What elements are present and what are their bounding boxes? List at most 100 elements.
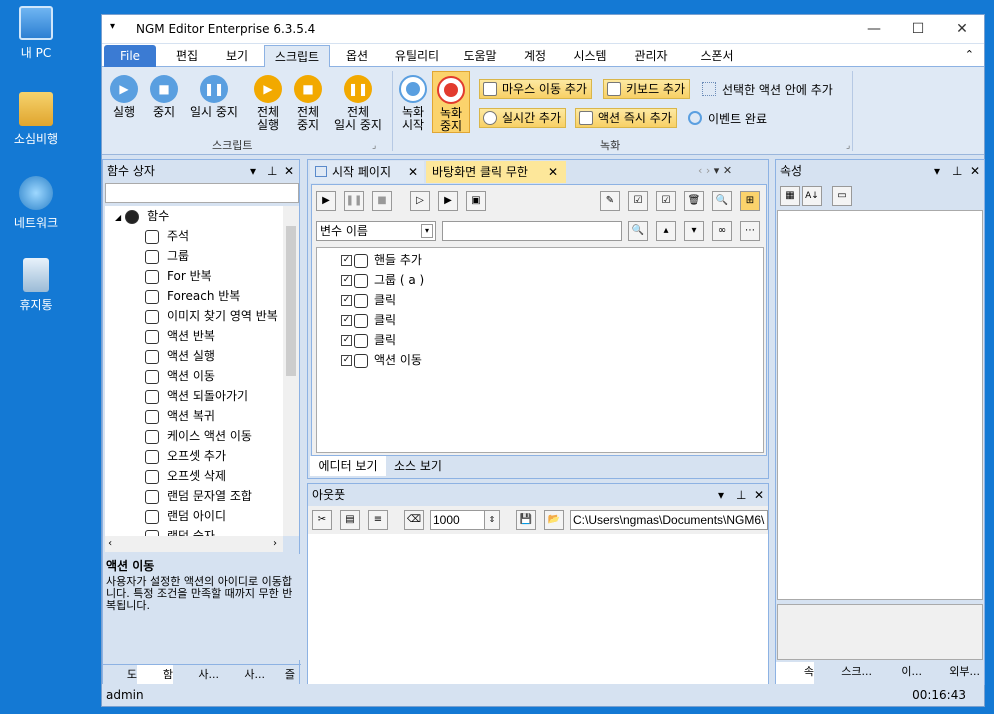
- function-item[interactable]: 랜덤 숫자: [145, 526, 215, 536]
- close-icon[interactable]: ✕: [970, 160, 980, 182]
- function-search-input[interactable]: [105, 183, 299, 203]
- sort-az-icon[interactable]: A↓: [802, 186, 822, 206]
- menu-admin[interactable]: 관리자: [622, 45, 680, 67]
- menu-options[interactable]: 옵션: [334, 45, 380, 67]
- ribbon-collapse-icon[interactable]: ⌃: [965, 48, 974, 61]
- tab-toolbox[interactable]: 도: [103, 665, 137, 686]
- function-item[interactable]: 액션 되돌아가기: [145, 386, 248, 406]
- stop-button-small[interactable]: ■: [372, 191, 392, 211]
- function-item[interactable]: 랜덤 아이디: [145, 506, 226, 526]
- action-checkbox[interactable]: ✓: [341, 255, 352, 266]
- dialog-launcher-icon[interactable]: ⌟: [372, 141, 376, 151]
- menu-sponsor[interactable]: 스폰서: [688, 45, 746, 67]
- script-action-row[interactable]: ✓ 그룹 ( a ): [341, 270, 424, 290]
- edit-icon[interactable]: ✎: [600, 191, 620, 211]
- menu-account[interactable]: 계정: [512, 45, 558, 67]
- tree-hscrollbar[interactable]: ‹ ›: [105, 536, 283, 552]
- variable-combo[interactable]: 변수 이름 ▾: [316, 221, 436, 241]
- add-in-selected-button[interactable]: 선택한 액션 안에 추가: [702, 81, 833, 98]
- dropdown-icon[interactable]: ▾: [718, 484, 724, 506]
- menu-file[interactable]: File: [104, 45, 156, 67]
- dialog-launcher-icon[interactable]: ⌟: [846, 141, 850, 151]
- quick-access-icon[interactable]: ▾: [110, 21, 115, 32]
- check-all-icon[interactable]: ☑: [628, 191, 648, 211]
- action-checkbox[interactable]: ✓: [341, 295, 352, 306]
- pause-button-small[interactable]: ❚❚: [344, 191, 364, 211]
- tree-root[interactable]: ◢ 함수: [115, 206, 169, 226]
- tab-close-icon[interactable]: ✕: [408, 161, 418, 183]
- copy-icon[interactable]: ▤: [340, 510, 360, 530]
- function-item[interactable]: 오프셋 추가: [145, 446, 226, 466]
- record-start-button[interactable]: 녹화 시작: [396, 75, 430, 132]
- menu-utility[interactable]: 유틸리티: [386, 45, 448, 67]
- tab-user-func[interactable]: 사...: [219, 665, 265, 686]
- more-icon[interactable]: ⋯: [740, 221, 760, 241]
- spin-icon[interactable]: ⇕: [484, 510, 500, 530]
- pin-icon[interactable]: ⊥: [952, 160, 962, 182]
- tree-scrollbar[interactable]: [283, 206, 299, 536]
- function-item[interactable]: Foreach 반복: [145, 286, 240, 306]
- tab-nav-icons[interactable]: ‹ › ▾ ✕: [698, 164, 732, 177]
- menu-view[interactable]: 보기: [214, 45, 260, 67]
- all-run-button[interactable]: ▶ 전체 실행: [250, 75, 286, 132]
- property-pages-icon[interactable]: ▭: [832, 186, 852, 206]
- tab-props[interactable]: 속: [776, 662, 814, 684]
- all-stop-button[interactable]: ■ 전체 중지: [290, 75, 326, 132]
- menu-help[interactable]: 도움말: [454, 45, 506, 67]
- script-action-row[interactable]: ✓ 핸들 추가: [341, 250, 422, 270]
- script-action-row[interactable]: ✓ 클릭: [341, 330, 396, 350]
- eraser-icon[interactable]: ⌫: [404, 510, 424, 530]
- play-button[interactable]: ▶: [316, 191, 336, 211]
- desktop-icon-trash[interactable]: 휴지통: [0, 258, 72, 313]
- search-icon[interactable]: 🔍: [712, 191, 732, 211]
- event-complete-button[interactable]: 이벤트 완료: [688, 110, 767, 127]
- keyboard-add-button[interactable]: 키보드 추가: [603, 79, 691, 99]
- instant-add-button[interactable]: 액션 즉시 추가: [575, 108, 677, 128]
- delete-icon[interactable]: 🗑: [684, 191, 704, 211]
- search-icon[interactable]: 🔍: [628, 221, 648, 241]
- minimize-button[interactable]: —: [852, 15, 896, 43]
- menu-script[interactable]: 스크립트: [264, 45, 330, 67]
- function-item[interactable]: 그룹: [145, 246, 189, 266]
- function-item[interactable]: 액션 반복: [145, 326, 215, 346]
- mouse-move-add-button[interactable]: 마우스 이동 추가: [479, 79, 592, 99]
- desktop-icon-network[interactable]: 네트워크: [0, 176, 72, 231]
- pin-icon[interactable]: ⊥: [267, 160, 277, 182]
- function-item[interactable]: 오프셋 삭제: [145, 466, 226, 486]
- function-item[interactable]: 케이스 액션 이동: [145, 426, 252, 446]
- categorized-icon[interactable]: ▦: [780, 186, 800, 206]
- arrow-down-icon[interactable]: ▾: [684, 221, 704, 241]
- infinity-icon[interactable]: ∞: [712, 221, 732, 241]
- close-icon[interactable]: ✕: [754, 484, 764, 506]
- menu-icon[interactable]: ≡: [368, 510, 388, 530]
- menu-system[interactable]: 시스템: [564, 45, 616, 67]
- folder-icon[interactable]: 📂: [544, 510, 564, 530]
- script-action-row[interactable]: ✓ 클릭: [341, 310, 396, 330]
- tab-favorites[interactable]: 즐: [265, 665, 295, 686]
- realtime-add-button[interactable]: 실시간 추가: [479, 108, 567, 128]
- function-item[interactable]: For 반복: [145, 266, 212, 286]
- action-checkbox[interactable]: ✓: [341, 355, 352, 366]
- function-item[interactable]: 액션 실행: [145, 346, 215, 366]
- script-action-row[interactable]: ✓ 액션 이동: [341, 350, 422, 370]
- menu-edit[interactable]: 편집: [164, 45, 210, 67]
- desktop-icon-pc[interactable]: 내 PC: [0, 6, 72, 61]
- dropdown-icon[interactable]: ▾: [250, 160, 256, 182]
- log-path-input[interactable]: [570, 510, 768, 530]
- action-checkbox[interactable]: ✓: [341, 275, 352, 286]
- all-pause-button[interactable]: ❚❚ 전체 일시 중지: [330, 75, 386, 132]
- function-item[interactable]: 주석: [145, 226, 189, 246]
- tab-script[interactable]: 스크...: [814, 662, 872, 684]
- clear-output-icon[interactable]: ✂: [312, 510, 332, 530]
- close-icon[interactable]: ✕: [284, 160, 294, 182]
- script-action-row[interactable]: ✓ 클릭: [341, 290, 396, 310]
- doc-tab-active[interactable]: 바탕화면 클릭 무한 ✕: [426, 161, 566, 183]
- doc-tab-start[interactable]: 시작 페이지 ✕: [310, 161, 424, 183]
- action-checkbox[interactable]: ✓: [341, 335, 352, 346]
- maximize-button[interactable]: ☐: [896, 15, 940, 43]
- stop-button[interactable]: ■ 중지: [148, 75, 180, 119]
- tab-close-icon[interactable]: ✕: [548, 161, 558, 183]
- step-into-button[interactable]: ▶: [438, 191, 458, 211]
- tree-view-icon[interactable]: ⊞: [740, 191, 760, 211]
- step-button[interactable]: ▷: [410, 191, 430, 211]
